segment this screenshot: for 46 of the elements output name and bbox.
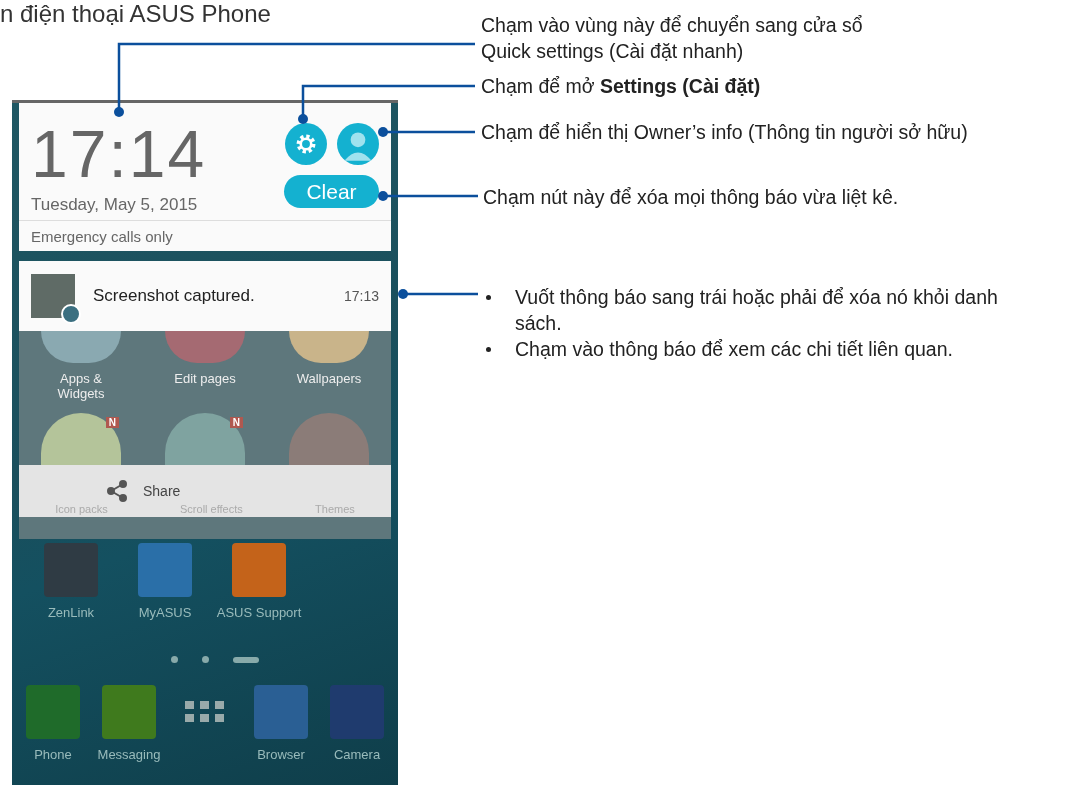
app-label[interactable]: Camera (333, 747, 381, 762)
share-icon[interactable] (105, 479, 129, 503)
app-icon[interactable] (44, 543, 98, 597)
bullet-icon (486, 295, 491, 300)
app-label[interactable]: Browser (257, 747, 305, 762)
app-icon[interactable] (138, 543, 192, 597)
clock-time: 17:14 (31, 121, 207, 187)
menu-option-icon[interactable]: N (165, 413, 245, 465)
page-indicator[interactable] (171, 656, 178, 663)
share-label[interactable]: Share (143, 483, 181, 499)
user-avatar-icon[interactable] (337, 123, 379, 165)
callout-text: Chạm nút này để xóa mọi thông báo vừa liệt kê. (483, 185, 900, 210)
callout-text: Chạm vào thông báo để xem các chi tiết liên quan. (515, 337, 953, 362)
callout-text: Vuốt thông báo sang trái hoặc phải để xóa nó khỏi danh sách. (515, 285, 999, 336)
page-heading: n điện thoại ASUS Phone (0, 0, 271, 28)
app-label[interactable]: ASUS Support (216, 605, 302, 620)
bullet-icon (486, 347, 491, 352)
app-label[interactable]: Messaging (97, 747, 161, 762)
app-icon[interactable] (254, 685, 308, 739)
clear-button[interactable]: Clear (284, 175, 379, 208)
menu-option-label[interactable]: Edit pages (174, 371, 236, 405)
app-icon[interactable] (232, 543, 286, 597)
app-drawer-icon[interactable] (185, 701, 225, 723)
app-icon[interactable] (330, 685, 384, 739)
menu-option-icon[interactable]: N (41, 413, 121, 465)
app-label[interactable]: ZenLink (47, 605, 95, 620)
app-label[interactable]: MyASUS (138, 605, 192, 620)
notification-card[interactable]: Screenshot captured. 17:13 (19, 261, 391, 331)
callout-text: Chạm để hiển thị Owner’s info (Thông tin người sở hữu) (481, 120, 969, 145)
date-text: Tuesday, May 5, 2015 (31, 195, 199, 215)
menu-option-icon[interactable] (289, 413, 369, 465)
app-label[interactable]: Phone (34, 747, 72, 762)
notification-time: 17:13 (343, 288, 379, 304)
new-badge: N (229, 417, 243, 428)
callout-text: Chạm vào vùng này để chuyển sang cửa sổ Quick settings (Cài đặt nhanh) (481, 13, 864, 64)
page-indicator[interactable] (202, 656, 209, 663)
notification-title: Screenshot captured. (93, 286, 256, 306)
menu-option-label[interactable]: Apps & Widgets (57, 371, 105, 405)
app-icon[interactable] (26, 685, 80, 739)
status-text: Emergency calls only (19, 221, 391, 251)
callout-text: Chạm để mở Settings (Cài đặt) (481, 74, 762, 99)
settings-icon[interactable] (285, 123, 327, 165)
app-icon[interactable] (102, 685, 156, 739)
menu-option-label[interactable]: Wallpapers (296, 371, 362, 405)
page-indicator[interactable] (233, 656, 259, 663)
new-badge: N (105, 417, 119, 428)
